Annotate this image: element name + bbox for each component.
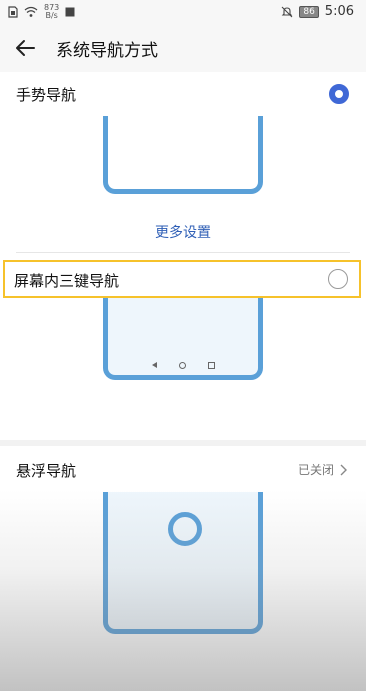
wifi-icon — [24, 6, 38, 17]
navigation-options-card: 手势导航 更多设置 — [0, 72, 366, 440]
floating-navigation-label[interactable]: 悬浮导航 — [16, 460, 76, 481]
floating-dock-icon — [168, 512, 202, 546]
divider — [16, 252, 350, 253]
floating-phone-illustration — [103, 492, 263, 634]
gesture-phone-illustration — [103, 116, 263, 194]
floating-navigation-status[interactable]: 已关闭 — [298, 461, 348, 478]
three-key-navigation-radio[interactable] — [328, 269, 348, 289]
three-key-phone-illustration — [103, 298, 263, 380]
chevron-right-icon — [340, 464, 347, 475]
mute-icon — [281, 6, 293, 17]
nav-back-icon — [151, 362, 157, 368]
three-key-navbar — [108, 362, 258, 369]
back-arrow-icon[interactable] — [14, 36, 38, 60]
gesture-navigation-label[interactable]: 手势导航 — [16, 84, 76, 105]
floating-status-text: 已关闭 — [297, 463, 334, 477]
status-left: 873 B/s — [8, 4, 75, 20]
status-bar: 873 B/s 86 5:06 — [0, 0, 366, 24]
more-settings-link[interactable]: 更多设置 — [0, 222, 366, 242]
gesture-navigation-radio[interactable] — [329, 84, 349, 104]
nav-home-icon — [178, 362, 186, 369]
floating-navigation-card: 悬浮导航 — [0, 446, 366, 691]
three-key-navigation-label[interactable]: 屏幕内三键导航 — [14, 270, 119, 291]
header: 系统导航方式 — [0, 24, 366, 72]
nav-recent-icon — [207, 362, 215, 369]
status-right: 86 5:06 — [281, 4, 354, 19]
page-title: 系统导航方式 — [56, 41, 158, 61]
three-key-navigation-row[interactable]: 屏幕内三键导航 — [3, 260, 361, 298]
sim-card-icon — [8, 6, 18, 18]
net-speed-unit: B/s — [45, 11, 58, 20]
image-icon — [65, 7, 75, 17]
net-speed: 873 B/s — [44, 4, 59, 20]
status-time: 5:06 — [324, 4, 354, 19]
battery-icon: 86 — [299, 5, 319, 18]
